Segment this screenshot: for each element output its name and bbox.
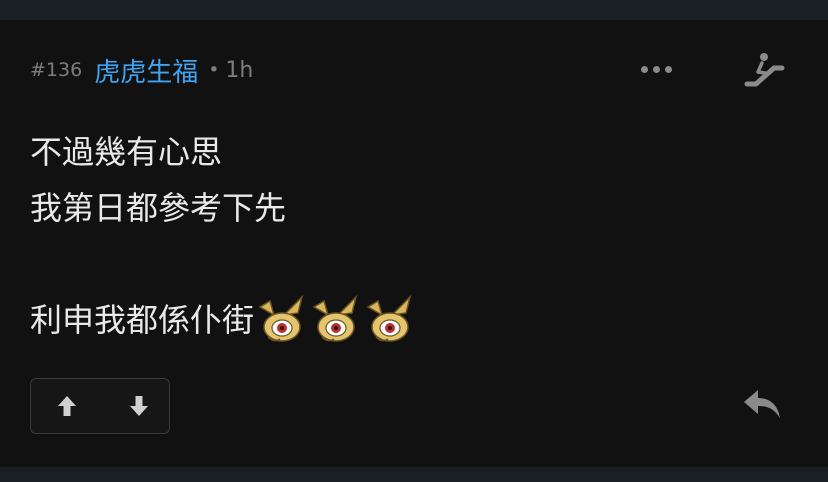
more-dots-icon bbox=[640, 65, 648, 73]
sticker-icon bbox=[308, 293, 362, 347]
arrow-down-icon bbox=[130, 396, 148, 416]
arrow-up-icon bbox=[58, 396, 76, 416]
more-dot bbox=[652, 65, 660, 73]
downvote-button[interactable] bbox=[117, 391, 161, 421]
more-options-button[interactable] bbox=[630, 54, 682, 84]
reply-button[interactable] bbox=[738, 384, 786, 424]
content-line-with-stickers: 利申我都係仆街 bbox=[30, 292, 416, 348]
escalator-icon bbox=[744, 53, 785, 87]
post-card: #136 虎虎生福 • 1h 不過幾有心思 我第日都參考下先 利申我都係仆街 bbox=[0, 20, 828, 467]
top-divider bbox=[0, 0, 828, 20]
content-line-empty bbox=[30, 236, 416, 292]
reply-icon bbox=[744, 390, 780, 418]
floor-number: #136 bbox=[30, 59, 83, 81]
sticker-icon bbox=[254, 293, 308, 347]
escalator-button[interactable] bbox=[738, 46, 788, 96]
sticker-icon bbox=[362, 293, 416, 347]
author-name[interactable]: 虎虎生福 bbox=[94, 52, 198, 89]
upvote-button[interactable] bbox=[45, 391, 89, 421]
post-time: 1h bbox=[225, 57, 254, 83]
content-line-text: 利申我都係仆街 bbox=[30, 301, 255, 339]
vote-box bbox=[30, 378, 170, 434]
separator-dot: • bbox=[208, 59, 220, 81]
content-line: 我第日都參考下先 bbox=[30, 189, 287, 227]
post-content: 不過幾有心思 我第日都參考下先 利申我都係仆街 bbox=[30, 124, 416, 348]
bottom-divider bbox=[0, 467, 828, 482]
more-dot bbox=[664, 65, 672, 73]
content-line: 不過幾有心思 bbox=[30, 133, 223, 171]
post-header: #136 虎虎生福 • 1h bbox=[30, 52, 253, 88]
